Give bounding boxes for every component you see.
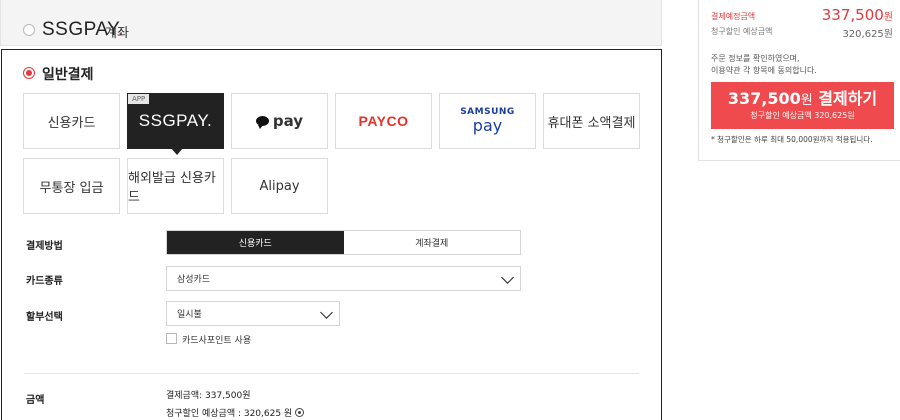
discount-amount-value: 320,625원 (842, 29, 893, 40)
method-payco[interactable]: PAYCO (335, 93, 432, 149)
method-overseas-card[interactable]: 해외발급 신용카드 (127, 158, 224, 214)
speech-bubble-icon (255, 116, 269, 129)
card-type-label: 카드종류 (26, 276, 63, 287)
card-point-checkbox[interactable] (166, 333, 177, 344)
chevron-down-icon (501, 271, 514, 284)
method-credit-card[interactable]: 신용카드 (23, 93, 120, 149)
option-account-payment[interactable]: 계좌결제 (343, 231, 520, 254)
discount-amount-label: 청구할인 예상금액 (711, 27, 773, 36)
ssgpay-account-option[interactable]: SSGPAY. 계좌 (0, 0, 662, 46)
installment-select[interactable]: 일시불 (166, 301, 340, 326)
ssgpay-method-logo: SSGPAY. (138, 111, 213, 130)
method-label: Alipay (259, 178, 300, 194)
method-bank-transfer[interactable]: 무통장 입금 (23, 158, 120, 214)
payment-method-toggle: 신용카드 계좌결제 (166, 230, 521, 255)
method-label: 해외발급 신용카드 (128, 171, 216, 205)
installment-label: 할부선택 (26, 312, 63, 323)
general-payment-radio[interactable] (23, 67, 35, 79)
divider (24, 373, 639, 374)
discount-note: * 청구할인은 하루 최대 50,000원까지 적용됩니다. (711, 135, 873, 144)
expected-amount-value: 337,500원 (821, 6, 893, 24)
method-label: 무통장 입금 (39, 180, 104, 196)
section-title: 일반결제 (42, 67, 94, 83)
kakaopay-logo: pay (255, 112, 303, 130)
card-type-value: 삼성카드 (177, 275, 211, 285)
method-kakaopay[interactable]: pay (231, 93, 328, 149)
discount-estimate: 청구할인 예상금액 : 320,625 원 (166, 406, 305, 419)
option-credit-card[interactable]: 신용카드 (167, 231, 344, 254)
installment-value: 일시불 (177, 310, 202, 320)
payment-method-label: 결제방법 (26, 241, 63, 252)
method-label: 신용카드 (47, 115, 96, 131)
pay-button[interactable]: 337,500원 결제하기 청구할인 예상금액 320,625원 (711, 82, 894, 129)
method-ssgpay[interactable]: APP SSGPAY. (127, 93, 224, 155)
agreement-text: 주문 정보를 확인하였으며, 이용약관 각 항목에 동의합니다. (711, 54, 817, 75)
order-summary: 결제예정금액 337,500원 청구할인 예상금액 320,625원 주문 정보… (698, 0, 900, 161)
card-type-select[interactable]: 삼성카드 (166, 266, 521, 291)
ssgpay-account-label: 계좌 (105, 26, 129, 41)
info-icon[interactable] (295, 408, 305, 417)
chevron-down-icon (320, 306, 333, 319)
amount-label: 금액 (26, 395, 45, 406)
payment-amount: 결제금액: 337,500원 (166, 391, 251, 401)
method-mobile-payment[interactable]: 휴대폰 소액결제 (543, 93, 640, 149)
app-badge: APP (128, 94, 150, 104)
card-point-label: 카드사포인트 사용 (182, 336, 252, 346)
pay-button-sub: 청구할인 예상금액 320,625원 (750, 111, 855, 121)
ssgpay-radio[interactable] (23, 24, 35, 36)
method-alipay[interactable]: Alipay (231, 158, 328, 214)
method-samsung-pay[interactable]: SAMSUNG pay (439, 93, 536, 149)
expected-amount-label: 결제예정금액 (711, 12, 756, 21)
method-label: 휴대폰 소액결제 (547, 115, 636, 131)
pay-button-label: 337,500원 결제하기 (727, 88, 878, 108)
samsung-pay-logo: SAMSUNG pay (460, 107, 515, 135)
payco-logo: PAYCO (358, 113, 409, 129)
general-payment-section: 일반결제 신용카드 APP SSGPAY. pay PAYCO SAMSUNG … (1, 49, 662, 420)
